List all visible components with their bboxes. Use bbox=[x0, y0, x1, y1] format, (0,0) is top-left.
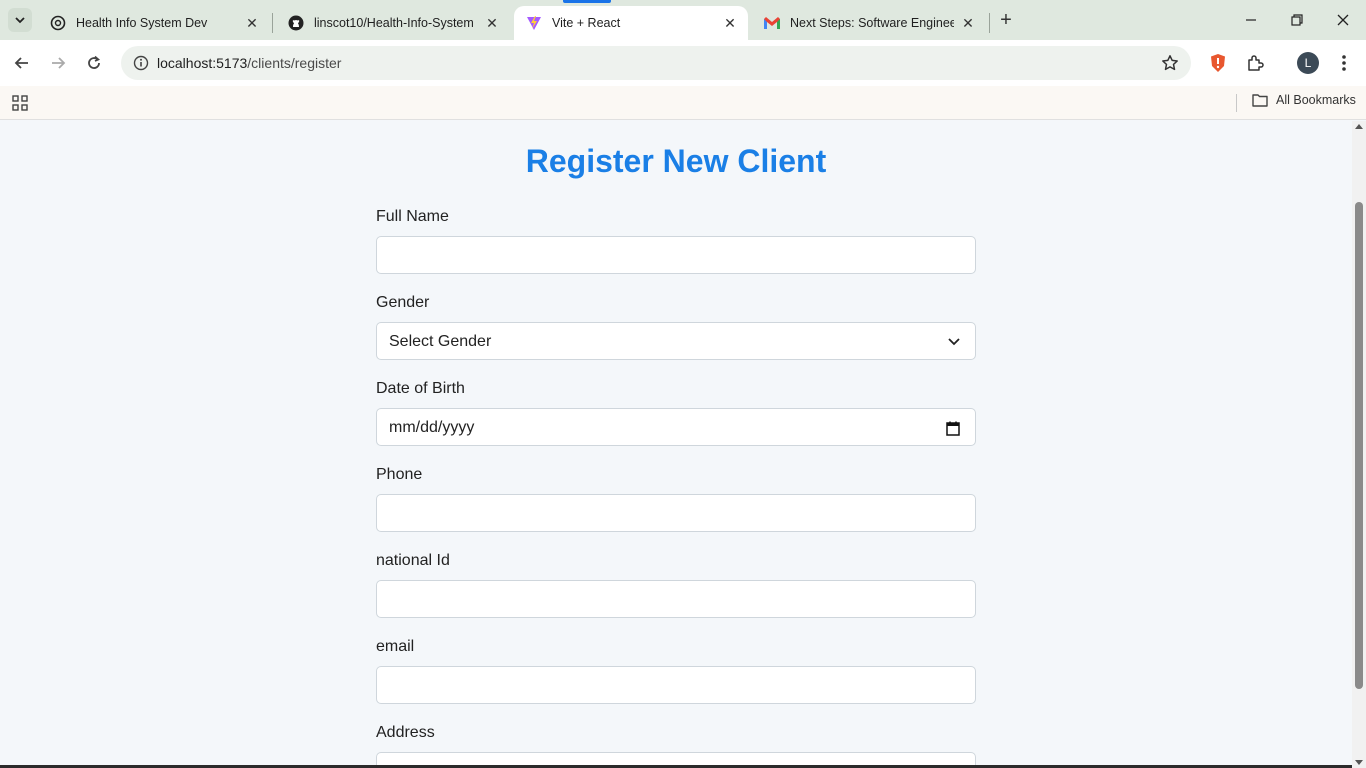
tab-health-info-system-dev[interactable]: Health Info System Dev ✕ bbox=[38, 6, 270, 40]
tab-gmail[interactable]: Next Steps: Software Engineerin ✕ bbox=[752, 6, 986, 40]
tab-strip: Health Info System Dev ✕ linscot10/Healt… bbox=[0, 0, 1366, 40]
close-icon bbox=[1337, 14, 1349, 26]
close-icon[interactable]: ✕ bbox=[722, 15, 738, 31]
close-icon[interactable]: ✕ bbox=[244, 15, 260, 31]
restore-button[interactable] bbox=[1274, 0, 1320, 40]
vite-icon bbox=[526, 15, 542, 31]
gender-selected-value: Select Gender bbox=[389, 333, 492, 350]
full-name-label: Full Name bbox=[376, 208, 449, 225]
reload-button[interactable] bbox=[80, 49, 108, 77]
full-name-input[interactable] bbox=[376, 236, 976, 274]
active-tab-indicator bbox=[563, 0, 611, 3]
email-input[interactable] bbox=[376, 666, 976, 704]
national-id-label: national Id bbox=[376, 552, 450, 569]
close-window-button[interactable] bbox=[1320, 0, 1366, 40]
url-host: localhost:5173 bbox=[157, 55, 248, 71]
tab-divider bbox=[989, 13, 990, 33]
restore-icon bbox=[1291, 14, 1303, 26]
tab-title: Health Info System Dev bbox=[76, 16, 208, 30]
calendar-icon[interactable] bbox=[945, 420, 961, 436]
tab-title: linscot10/Health-Info-System bbox=[314, 16, 474, 30]
url-path: /clients/register bbox=[247, 55, 342, 71]
avatar: L bbox=[1297, 52, 1319, 74]
tab-title: Next Steps: Software Engineerin bbox=[790, 16, 954, 30]
site-info-icon[interactable] bbox=[129, 51, 153, 75]
reload-icon bbox=[88, 55, 100, 69]
phone-input[interactable] bbox=[376, 494, 976, 532]
date-of-birth-label: Date of Birth bbox=[376, 380, 465, 397]
browser-toolbar: localhost:5173/clients/register L bbox=[0, 40, 1366, 86]
bookmarks-divider bbox=[1236, 94, 1237, 112]
tab-title: Vite + React bbox=[552, 16, 621, 30]
page-title: Register New Client bbox=[525, 143, 827, 179]
address-bar[interactable]: localhost:5173/clients/register bbox=[121, 46, 1191, 80]
folder-icon bbox=[1252, 93, 1268, 107]
arrow-left-icon bbox=[14, 57, 28, 69]
scrollbar-thumb[interactable] bbox=[1355, 202, 1363, 689]
page-viewport: Register New Client Full Name Gender Sel… bbox=[0, 121, 1352, 768]
scroll-up-arrow-icon[interactable] bbox=[1355, 124, 1363, 129]
tab-vite-react[interactable]: Vite + React ✕ bbox=[514, 6, 748, 40]
address-label: Address bbox=[376, 724, 435, 741]
plus-icon: + bbox=[1000, 8, 1012, 31]
all-bookmarks-label: All Bookmarks bbox=[1276, 93, 1356, 107]
minimize-button[interactable] bbox=[1228, 0, 1274, 40]
gender-select[interactable]: Select Gender bbox=[376, 322, 976, 360]
email-label: email bbox=[376, 638, 415, 655]
scroll-down-arrow-icon[interactable] bbox=[1355, 760, 1363, 765]
bookmark-star-icon[interactable] bbox=[1159, 52, 1181, 74]
close-icon[interactable]: ✕ bbox=[484, 15, 500, 31]
national-id-input[interactable] bbox=[376, 580, 976, 618]
more-vert-icon bbox=[1342, 55, 1346, 71]
gender-label: Gender bbox=[376, 294, 430, 311]
phone-label: Phone bbox=[376, 466, 423, 483]
close-icon[interactable]: ✕ bbox=[960, 15, 976, 31]
extensions-icon[interactable] bbox=[1242, 50, 1268, 76]
minimize-icon bbox=[1246, 19, 1256, 21]
github-icon bbox=[288, 15, 304, 31]
forward-button[interactable] bbox=[44, 49, 72, 77]
brave-shield-icon[interactable] bbox=[1205, 50, 1231, 76]
new-tab-button[interactable]: + bbox=[994, 8, 1018, 32]
bookmarks-bar: All Bookmarks bbox=[0, 86, 1366, 120]
chevron-down-icon bbox=[947, 335, 961, 349]
date-of-birth-input[interactable]: mm/dd/yyyy bbox=[376, 408, 976, 446]
apps-grid-icon[interactable] bbox=[10, 93, 30, 113]
menu-button[interactable] bbox=[1331, 50, 1357, 76]
tab-search-button[interactable] bbox=[8, 8, 32, 32]
openai-icon bbox=[50, 15, 66, 31]
all-bookmarks-button[interactable]: All Bookmarks bbox=[1252, 93, 1356, 107]
gmail-icon bbox=[764, 15, 780, 31]
tab-divider bbox=[272, 13, 273, 33]
tab-github-repo[interactable]: linscot10/Health-Info-System ✕ bbox=[276, 6, 510, 40]
vertical-scrollbar[interactable] bbox=[1352, 121, 1366, 768]
profile-button[interactable]: L bbox=[1295, 50, 1321, 76]
date-of-birth-placeholder: mm/dd/yyyy bbox=[389, 419, 475, 436]
arrow-right-icon bbox=[52, 57, 66, 69]
chevron-down-icon bbox=[15, 17, 25, 24]
url-text: localhost:5173/clients/register bbox=[157, 55, 341, 71]
back-button[interactable] bbox=[8, 49, 36, 77]
